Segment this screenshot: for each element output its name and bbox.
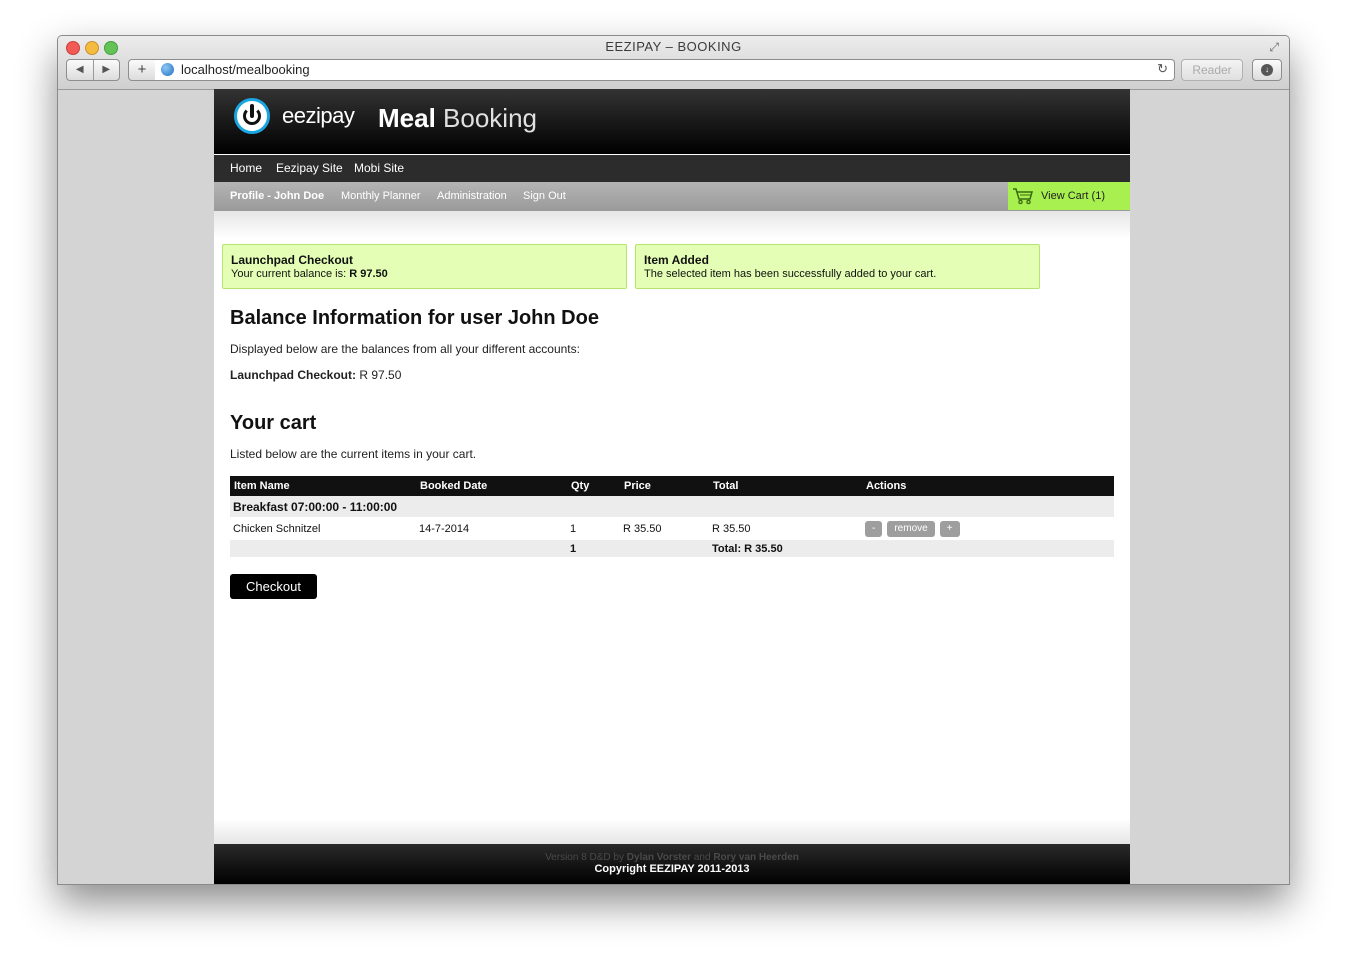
view-cart-label: View Cart (1) [1041, 190, 1105, 202]
author-and: and [691, 852, 714, 863]
total-amount: Total: R 35.50 [709, 540, 862, 557]
remove-item-button[interactable]: remove [887, 520, 935, 537]
table-row: Chicken Schnitzel 14-7-2014 1 R 35.50 R … [230, 517, 1114, 540]
balance-notice: Launchpad Checkout Your current balance … [222, 244, 627, 289]
address-bar[interactable]: localhost/mealbooking ↻ [155, 59, 1175, 81]
total-row: 1 Total: R 35.50 [230, 540, 1114, 557]
site-title-bold: Meal [378, 103, 436, 133]
increase-qty-button[interactable]: + [939, 520, 960, 537]
notice-title: Launchpad Checkout [231, 253, 354, 267]
footer-shadow [214, 819, 1130, 844]
web-page: eezipay Meal Booking Home Eezipay Site M… [214, 89, 1130, 884]
cart-description: Listed below are the current items in yo… [230, 447, 477, 461]
forward-icon[interactable]: ▶ [94, 60, 120, 80]
version-prefix: Version 8 D&D by [545, 852, 627, 863]
reload-icon[interactable]: ↻ [1157, 61, 1168, 77]
version-credit: Version 8 D&D by Dylan Vorster and Rory … [214, 844, 1130, 863]
account-balance: Launchpad Checkout: R 97.50 [230, 368, 401, 382]
notice-body-text: Your current balance is: [231, 268, 350, 280]
cart-heading: Your cart [230, 412, 317, 434]
meal-group-row: Breakfast 07:00:00 - 11:00:00 [230, 496, 1114, 517]
copyright: Copyright EEZIPAY 2011-2013 [594, 863, 750, 875]
total-empty-cell [230, 540, 416, 557]
browser-window: EEZIPAY – BOOKING ⤢ ◀ ▶ + localhost/meal… [57, 35, 1290, 885]
cart-table: Item Name Booked Date Qty Price Total Ac… [230, 476, 1114, 557]
total-empty-cell [416, 540, 567, 557]
author-1: Dylan Vorster [626, 852, 692, 863]
browser-toolbar: EEZIPAY – BOOKING ⤢ ◀ ▶ + localhost/meal… [58, 36, 1289, 90]
nav-profile[interactable]: Profile - John Doe [230, 190, 324, 202]
site-footer: Version 8 D&D by Dylan Vorster and Rory … [214, 844, 1130, 884]
power-logo-icon [234, 98, 270, 134]
notice-body: Your current balance is: R 97.50 [231, 268, 618, 280]
col-total: Total [709, 476, 862, 496]
download-icon: ↓ [1261, 64, 1273, 76]
back-icon[interactable]: ◀ [67, 60, 94, 80]
nav-monthly-planner[interactable]: Monthly Planner [341, 190, 421, 202]
site-header: eezipay Meal Booking [214, 89, 1130, 154]
author-2: Rory van Heerden [713, 852, 799, 863]
col-actions: Actions [862, 476, 1114, 496]
item-total: R 35.50 [712, 522, 751, 535]
cart-icon [1013, 188, 1033, 205]
total-qty: 1 [567, 540, 620, 557]
nav-mobi-site[interactable]: Mobi Site [354, 161, 404, 175]
col-booked-date: Booked Date [416, 476, 567, 496]
nav-sign-out[interactable]: Sign Out [523, 190, 566, 202]
downloads-button[interactable]: ↓ [1252, 59, 1282, 81]
notice-body-text: The selected item has been successfully … [644, 268, 937, 280]
notice-title: Item Added [644, 253, 709, 267]
nav-home[interactable]: Home [230, 161, 262, 175]
add-bookmark-button[interactable]: + [128, 59, 156, 81]
balance-heading: Balance Information for user John Doe [230, 307, 599, 329]
meal-group-label: Breakfast 07:00:00 - 11:00:00 [230, 496, 1114, 517]
item-date: 14-7-2014 [419, 522, 470, 535]
notice-balance-value: R 97.50 [349, 268, 388, 280]
total-empty-cell [862, 540, 1114, 557]
site-title: Meal Booking [378, 103, 537, 134]
col-item-name: Item Name [230, 476, 416, 496]
site-title-rest: Booking [443, 103, 538, 133]
secondary-nav: Profile - John Doe Monthly Planner Admin… [214, 182, 1130, 211]
balance-description: Displayed below are the balances from al… [230, 342, 580, 356]
view-cart-button[interactable]: View Cart (1) [1008, 182, 1130, 210]
item-price: R 35.50 [623, 522, 662, 535]
nav-eezipay-site[interactable]: Eezipay Site [276, 161, 343, 175]
nav-administration[interactable]: Administration [437, 190, 507, 202]
fullscreen-icon[interactable]: ⤢ [1269, 40, 1279, 55]
url-text[interactable]: localhost/mealbooking [181, 62, 310, 77]
item-added-notice: Item Added The selected item has been su… [635, 244, 1040, 289]
decrease-qty-button[interactable]: - [865, 520, 883, 537]
item-actions: - remove + [862, 517, 1114, 540]
col-price: Price [620, 476, 709, 496]
col-qty: Qty [567, 476, 620, 496]
item-name: Chicken Schnitzel [233, 522, 321, 535]
header-shadow [214, 211, 1130, 239]
account-label: Launchpad Checkout: [230, 368, 357, 382]
table-header-row: Item Name Booked Date Qty Price Total Ac… [230, 476, 1114, 496]
checkout-button[interactable]: Checkout [230, 574, 317, 599]
history-buttons: ◀ ▶ [66, 59, 120, 81]
window-title: EEZIPAY – BOOKING [605, 39, 742, 54]
item-qty: 1 [570, 522, 577, 535]
primary-nav: Home Eezipay Site Mobi Site [214, 155, 1130, 182]
logo-text: eezipay [282, 103, 355, 128]
total-empty-cell [620, 540, 709, 557]
notice-body: The selected item has been successfully … [644, 268, 1031, 280]
globe-icon [161, 63, 174, 76]
account-value: R 97.50 [359, 368, 402, 382]
reader-button[interactable]: Reader [1181, 59, 1243, 81]
logo-bar [250, 104, 254, 118]
